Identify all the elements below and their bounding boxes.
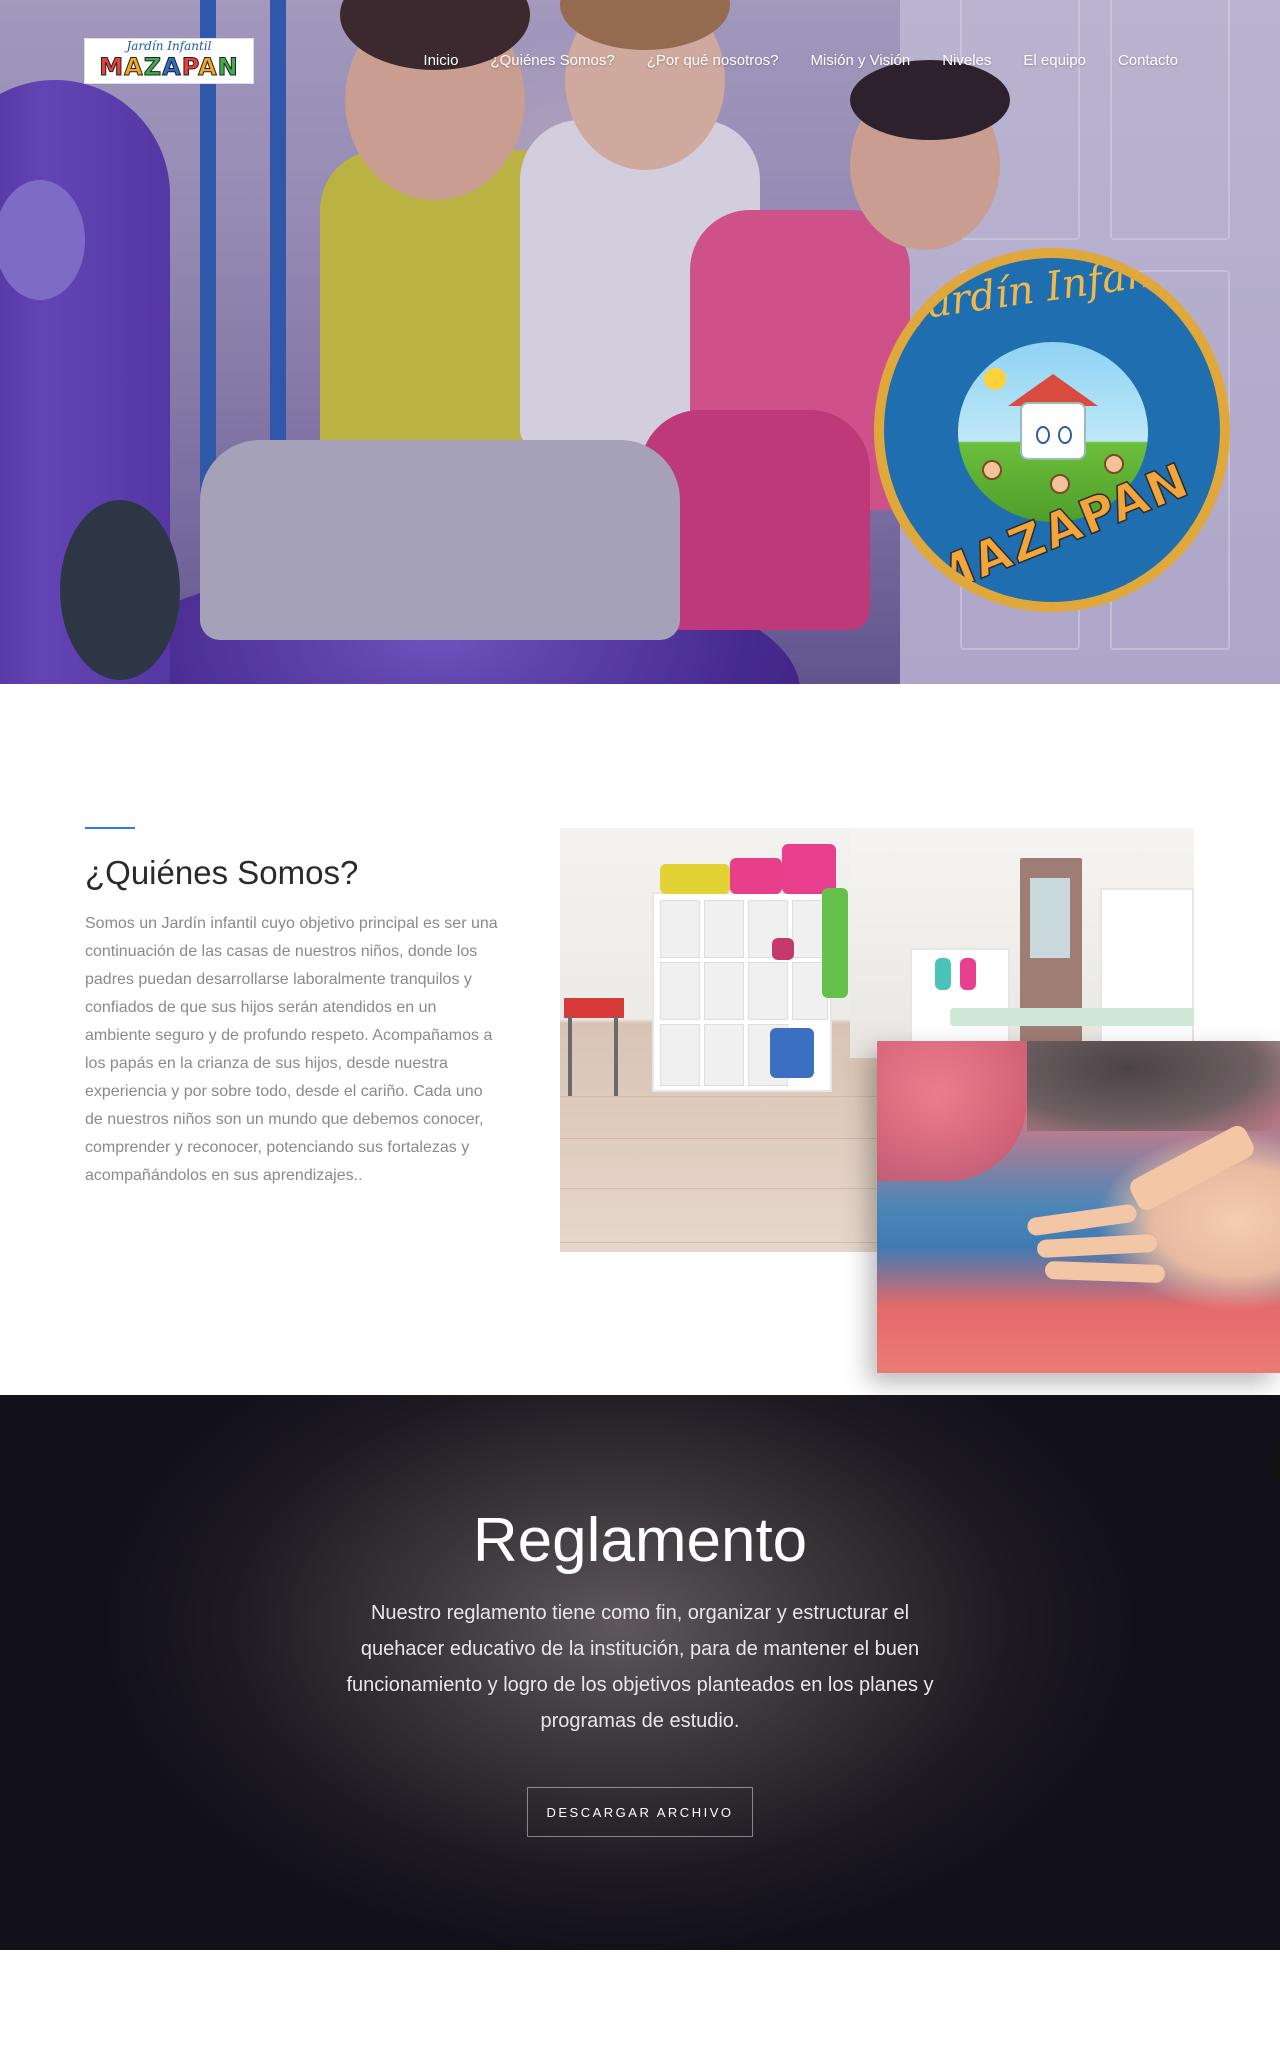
logo-subtitle: Jardín Infantil	[126, 39, 212, 53]
about-title: ¿Quiénes Somos?	[85, 854, 359, 891]
child-hand-photo	[877, 1041, 1280, 1373]
logo-letter: A	[198, 53, 218, 82]
nav-item-niveles[interactable]: Niveles	[942, 52, 991, 69]
reglamento-section: Reglamento Nuestro reglamento tiene como…	[0, 1395, 1280, 1950]
scroll-indicator[interactable]	[1274, 1444, 1280, 1480]
logo-wordmark: MAZAPAN	[85, 53, 253, 82]
about-text: Somos un Jardín infantil cuyo objetivo p…	[85, 915, 498, 1184]
reglamento-title: Reglamento	[472, 1506, 808, 1575]
logo-letter: M	[99, 53, 125, 82]
hero-logo-badge: Jardín Infantil MAZAPAN	[874, 248, 1230, 612]
logo-letter: A	[124, 53, 144, 82]
sun-icon	[984, 368, 1006, 390]
section-accent-line	[85, 827, 135, 829]
logo-letter: N	[217, 53, 239, 82]
nav-item-inicio[interactable]: Inicio	[423, 52, 458, 69]
main-nav: Inicio ¿Quiénes Somos? ¿Por qué nosotros…	[423, 52, 1178, 69]
logo-letter: A	[162, 53, 182, 82]
logo-letter: P	[181, 53, 199, 82]
nav-item-mision-vision[interactable]: Misión y Visión	[810, 52, 910, 69]
reglamento-text: Nuestro reglamento tiene como fin, organ…	[346, 1602, 934, 1732]
nav-item-quienes-somos[interactable]: ¿Quiénes Somos?	[490, 52, 614, 69]
nav-item-por-que-nosotros[interactable]: ¿Por qué nosotros?	[647, 52, 779, 69]
nav-item-contacto[interactable]: Contacto	[1118, 52, 1178, 69]
hero-section: Jardín Infantil MAZAPAN	[0, 0, 1280, 684]
download-file-button[interactable]: DESCARGAR ARCHIVO	[527, 1787, 753, 1837]
logo-letter: Z	[143, 53, 163, 82]
nav-item-el-equipo[interactable]: El equipo	[1023, 52, 1086, 69]
site-logo[interactable]: Jardín Infantil MAZAPAN	[84, 38, 254, 84]
